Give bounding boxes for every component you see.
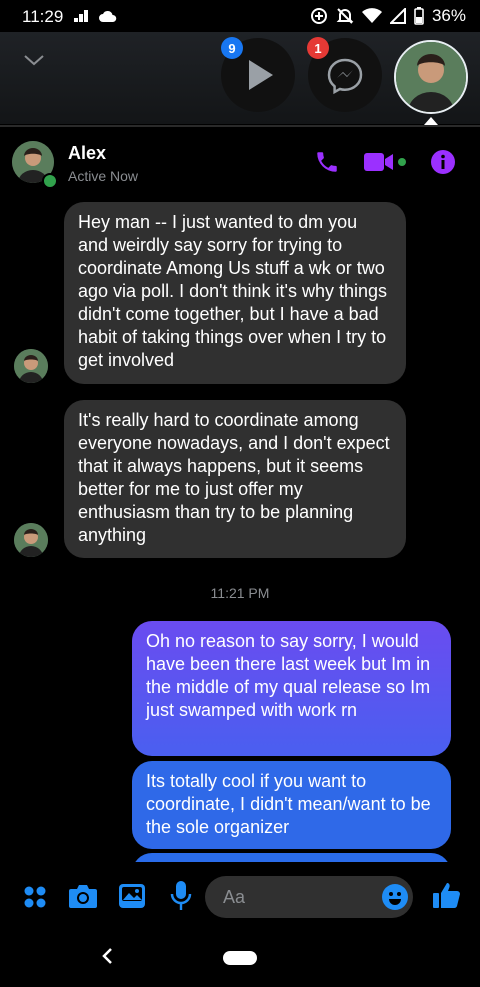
message-bubble-outgoing[interactable]: Its totally cool if you want to coordina… bbox=[132, 761, 451, 849]
online-indicator bbox=[42, 173, 58, 189]
video-notification-badge: 9 bbox=[221, 37, 243, 59]
data-saver-icon bbox=[310, 8, 327, 24]
battery-level: 36% bbox=[431, 6, 466, 25]
status-bar: 11:29 36% bbox=[0, 0, 480, 32]
message-input-placeholder: Aa bbox=[223, 887, 246, 907]
video-camera-icon bbox=[364, 153, 393, 171]
avatar bbox=[14, 349, 48, 383]
home-pill[interactable] bbox=[223, 951, 257, 965]
avatar bbox=[14, 523, 48, 557]
battery-icon bbox=[414, 7, 424, 25]
contact-name[interactable]: Alex bbox=[68, 143, 106, 164]
camera-icon[interactable] bbox=[68, 882, 98, 910]
tray-pointer bbox=[424, 117, 438, 125]
sender-avatar bbox=[14, 349, 48, 383]
message-bubble-outgoing[interactable]: Oh no reason to say sorry, I would have … bbox=[132, 621, 451, 756]
emoji-icon[interactable] bbox=[381, 883, 409, 911]
cell-signal-icon bbox=[389, 8, 406, 24]
message-bubble-incoming[interactable]: It's really hard to coordinate among eve… bbox=[64, 400, 406, 558]
alex-chat-head[interactable] bbox=[394, 40, 468, 114]
apps-icon[interactable] bbox=[22, 884, 48, 910]
cloud-icon bbox=[99, 10, 117, 22]
video-active-dot bbox=[398, 158, 406, 166]
contact-status: Active Now bbox=[68, 168, 139, 184]
status-time: 11:29 bbox=[22, 7, 64, 26]
gallery-icon[interactable] bbox=[118, 882, 146, 910]
do-not-disturb-icon bbox=[336, 8, 354, 24]
avatar bbox=[396, 42, 466, 112]
messenger-notification-badge: 1 bbox=[307, 37, 329, 59]
message-input[interactable]: Aa bbox=[205, 876, 413, 918]
video-call-button[interactable] bbox=[364, 151, 406, 173]
info-icon[interactable] bbox=[430, 149, 456, 175]
sender-avatar bbox=[14, 523, 48, 557]
chat-panel: Alex Active Now Hey man -- I just wanted… bbox=[0, 125, 480, 927]
phone-icon[interactable] bbox=[314, 149, 340, 175]
microphone-icon[interactable] bbox=[170, 880, 192, 912]
thumbs-up-icon[interactable] bbox=[432, 880, 462, 910]
chevron-down-icon[interactable] bbox=[22, 52, 46, 68]
navigation-bar bbox=[0, 932, 480, 987]
wifi-icon bbox=[361, 8, 382, 23]
message-timestamp: 11:21 PM bbox=[210, 585, 270, 601]
message-bubble-incoming[interactable]: Hey man -- I just wanted to dm you and w… bbox=[64, 202, 406, 384]
back-icon[interactable] bbox=[100, 946, 114, 966]
signal-icon bbox=[74, 10, 88, 22]
